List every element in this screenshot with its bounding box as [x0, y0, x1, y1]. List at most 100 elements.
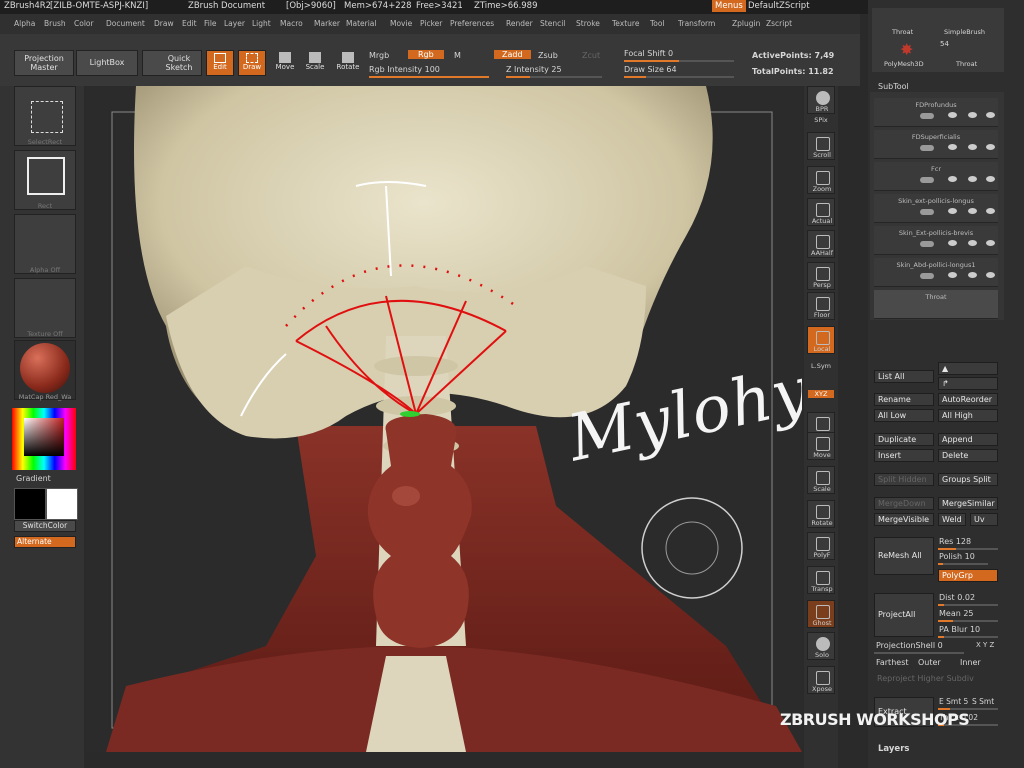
project-all-button[interactable]: ProjectAll: [874, 593, 934, 637]
subtool-item[interactable]: Skin_ext-pollicis-longus: [874, 194, 998, 223]
projection-shell-label[interactable]: ProjectionShell 0: [876, 641, 943, 650]
auto-reorder-button[interactable]: AutoReorder: [938, 393, 998, 406]
scale-button[interactable]: Scale: [302, 50, 328, 76]
inner-toggle[interactable]: Inner: [960, 658, 981, 667]
menu-item-transform[interactable]: Transform: [678, 19, 715, 28]
menu-item-brush[interactable]: Brush: [44, 19, 66, 28]
tool-xyz-button[interactable]: XYZ: [808, 390, 834, 398]
merge-visible-button[interactable]: MergeVisible: [874, 513, 934, 526]
tool-local-button[interactable]: Local: [807, 326, 835, 354]
tool-lsym-button[interactable]: L.Sym: [804, 362, 838, 370]
append-button[interactable]: Append: [938, 433, 998, 446]
subtool-item[interactable]: Skin_Ext-pollicis-brevis: [874, 226, 998, 255]
stroke-rect-thumb[interactable]: [14, 150, 76, 210]
tool-thumb-label-4[interactable]: Throat: [956, 60, 977, 68]
merge-similar-button[interactable]: MergeSimilar: [938, 497, 998, 510]
arrow-down-button[interactable]: ↱: [938, 377, 998, 390]
tool-solo-button[interactable]: Solo: [807, 632, 835, 660]
eye-icon[interactable]: [948, 272, 957, 278]
eye-icon[interactable]: [968, 208, 977, 214]
main-color-swatch[interactable]: [14, 488, 46, 520]
eye-icon[interactable]: [948, 208, 957, 214]
tool-scroll-button[interactable]: Scroll: [807, 132, 835, 160]
e-smt-label[interactable]: E Smt 5: [939, 697, 968, 706]
tool-scale-button[interactable]: Scale: [807, 466, 835, 494]
tool-rotate-button[interactable]: Rotate: [807, 500, 835, 528]
select-rect-thumb[interactable]: [14, 86, 76, 146]
secondary-color-swatch[interactable]: [46, 488, 78, 520]
res-slider[interactable]: [938, 548, 998, 550]
outer-toggle[interactable]: Outer: [918, 658, 941, 667]
default-zscript[interactable]: DefaultZScript: [748, 1, 810, 11]
eye-icon[interactable]: [986, 112, 995, 118]
projection-shell-slider[interactable]: [874, 652, 964, 654]
dist-slider[interactable]: [938, 604, 998, 606]
mrgb-toggle[interactable]: Mrgb: [369, 51, 389, 60]
rotate-button[interactable]: Rotate: [334, 50, 362, 76]
reproject-higher-button[interactable]: Reproject Higher Subdiv: [874, 673, 998, 686]
rename-button[interactable]: Rename: [874, 393, 934, 406]
polish-slider[interactable]: [938, 563, 988, 565]
eye-icon[interactable]: [968, 272, 977, 278]
s-smt-label[interactable]: S Smt: [972, 697, 994, 706]
subtool-toggle[interactable]: [920, 113, 934, 119]
uv-button[interactable]: Uv: [970, 513, 998, 526]
eye-icon[interactable]: [948, 240, 957, 246]
eye-icon[interactable]: [986, 176, 995, 182]
menu-item-texture[interactable]: Texture: [612, 19, 639, 28]
insert-button[interactable]: Insert: [874, 449, 934, 462]
subtool-toggle[interactable]: [920, 177, 934, 183]
farthest-toggle[interactable]: Farthest: [876, 658, 909, 667]
split-hidden-button[interactable]: Split Hidden: [874, 473, 934, 486]
draw-size-slider[interactable]: [624, 76, 734, 78]
edit-button[interactable]: Edit: [206, 50, 234, 76]
eye-icon[interactable]: [968, 112, 977, 118]
focal-shift-label[interactable]: Focal Shift 0: [624, 49, 673, 58]
alternate-button[interactable]: Alternate: [14, 536, 76, 548]
tool-xpose-button[interactable]: Xpose: [807, 666, 835, 694]
groups-split-button[interactable]: Groups Split: [938, 473, 998, 486]
menu-item-render[interactable]: Render: [506, 19, 533, 28]
remesh-all-button[interactable]: ReMesh All: [874, 537, 934, 575]
tool-thumb-label-1[interactable]: Throat: [892, 28, 913, 36]
tool-actual-button[interactable]: Actual: [807, 198, 835, 226]
eye-icon[interactable]: [948, 112, 957, 118]
menu-item-file[interactable]: File: [204, 19, 217, 28]
pa-blur-slider[interactable]: [938, 636, 998, 638]
dist-slider-label[interactable]: Dist 0.02: [939, 593, 975, 602]
arrow-up-button[interactable]: ▲: [938, 362, 998, 375]
menu-item-stencil[interactable]: Stencil: [540, 19, 565, 28]
projection-axis-label[interactable]: X Y Z: [976, 641, 994, 649]
polish-slider-label[interactable]: Polish 10: [939, 552, 975, 561]
projection-master-button[interactable]: Projection Master: [14, 50, 74, 76]
subtool-item[interactable]: Throat: [874, 290, 998, 319]
menu-item-edit[interactable]: Edit: [182, 19, 197, 28]
zadd-toggle[interactable]: Zadd: [494, 50, 531, 59]
eye-icon[interactable]: [968, 176, 977, 182]
menu-item-draw[interactable]: Draw: [154, 19, 174, 28]
rgb-intensity-label[interactable]: Rgb Intensity 100: [369, 65, 440, 74]
eye-icon[interactable]: [948, 144, 957, 150]
z-intensity-slider[interactable]: [506, 76, 602, 78]
menu-item-preferences[interactable]: Preferences: [450, 19, 494, 28]
menu-item-tool[interactable]: Tool: [650, 19, 665, 28]
subtool-toggle[interactable]: [920, 209, 934, 215]
subtool-item[interactable]: FDSuperficialis: [874, 130, 998, 159]
lightbox-button[interactable]: LightBox: [76, 50, 138, 76]
menu-item-marker[interactable]: Marker: [314, 19, 340, 28]
merge-down-button[interactable]: MergeDown: [874, 497, 934, 510]
all-low-button[interactable]: All Low: [874, 409, 934, 422]
move-button[interactable]: Move: [272, 50, 298, 76]
menu-item-material[interactable]: Material: [346, 19, 376, 28]
delete-button[interactable]: Delete: [938, 449, 998, 462]
menu-item-color[interactable]: Color: [74, 19, 94, 28]
eye-icon[interactable]: [968, 240, 977, 246]
duplicate-button[interactable]: Duplicate: [874, 433, 934, 446]
zsub-toggle[interactable]: Zsub: [538, 51, 558, 60]
tool-zoom-button[interactable]: Zoom: [807, 166, 835, 194]
tool-spix-button[interactable]: SPix: [804, 116, 838, 124]
menu-item-stroke[interactable]: Stroke: [576, 19, 600, 28]
mean-slider-label[interactable]: Mean 25: [939, 609, 974, 618]
tool-polyf-button[interactable]: PolyF: [807, 532, 835, 560]
gradient-label[interactable]: Gradient: [16, 474, 51, 483]
